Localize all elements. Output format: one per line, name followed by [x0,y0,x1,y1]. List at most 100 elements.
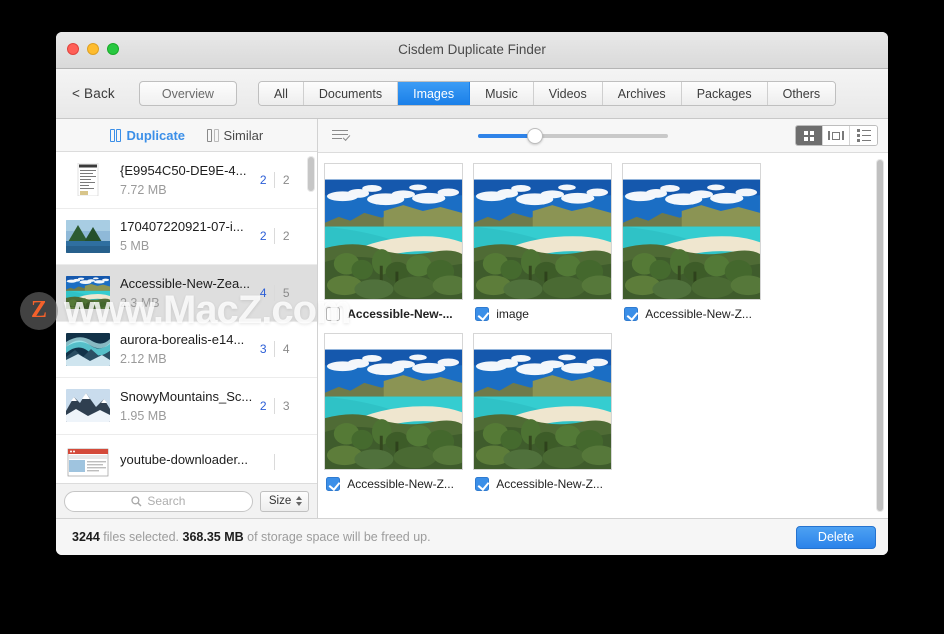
zoom-slider-knob[interactable] [527,128,543,144]
content-split: Duplicate Similar {E9954C50-DE9E-4... 7.… [56,119,888,518]
sidebar-scrollbar-thumb[interactable] [307,156,315,192]
item-meta: SnowyMountains_Sc... 1.95 MB [120,389,252,423]
tile-filename: Accessible-New-... [347,307,452,321]
coverflow-icon [828,131,844,140]
two-panes-icon [207,129,219,142]
search-placeholder: Search [147,494,185,508]
status-freed-size: 368.35 MB [183,530,244,544]
tile-filename: Accessible-New-Z... [347,477,454,491]
list-item[interactable]: 170407220921-07-i... 5 MB 2 2 [56,209,317,266]
tile-checkbox[interactable] [326,477,340,491]
item-filename: youtube-downloader... [120,452,252,468]
item-filename: {E9954C50-DE9E-4... [120,163,252,179]
thumbnail-grid-area[interactable]: Accessible-New-... image [318,153,888,518]
grid-scrollbar[interactable] [876,159,884,512]
tile-image[interactable] [473,333,612,470]
item-count-selected: 2 [252,173,274,187]
item-meta: 170407220921-07-i... 5 MB [120,219,252,253]
item-counts: 2 2 [252,172,311,188]
main-toolbar: < Back Overview All Documents Images Mus… [56,69,888,119]
tile-image[interactable] [324,163,463,300]
item-count-selected: 4 [252,286,274,300]
item-thumbnail [66,220,110,253]
item-filesize: 5 MB [120,239,252,253]
tile-filename: image [496,307,529,321]
tab-documents[interactable]: Documents [304,82,398,105]
tile-image[interactable] [622,163,761,300]
tile-checkbox[interactable] [326,307,340,321]
sort-size-button[interactable]: Size [260,491,309,512]
tab-packages[interactable]: Packages [682,82,768,105]
duplicate-group-list[interactable]: {E9954C50-DE9E-4... 7.72 MB 2 2 17040722… [56,152,317,483]
tab-music[interactable]: Music [470,82,534,105]
list-view-button[interactable] [850,126,877,145]
tab-archives[interactable]: Archives [603,82,682,105]
list-item[interactable]: aurora-borealis-e14... 2.12 MB 3 4 [56,322,317,379]
list-item[interactable]: SnowyMountains_Sc... 1.95 MB 2 3 [56,378,317,435]
item-counts: 4 5 [252,285,311,301]
delete-button[interactable]: Delete [796,526,876,549]
tile-checkbox[interactable] [624,307,638,321]
stepper-icon [296,496,302,506]
sidebar-footer: Search Size [56,483,317,518]
item-filename: aurora-borealis-e14... [120,332,252,348]
sidebar: Duplicate Similar {E9954C50-DE9E-4... 7.… [56,119,318,518]
grid-scrollbar-thumb[interactable] [876,159,884,512]
tab-others[interactable]: Others [768,82,836,105]
thumbnail-tile[interactable]: image [473,163,622,321]
tile-label-row: Accessible-New-Z... [473,477,622,491]
back-button[interactable]: < Back [72,86,115,101]
thumbnail-tile[interactable]: Accessible-New-... [324,163,473,321]
item-count-total: 5 [275,286,297,300]
item-meta: youtube-downloader... [120,452,252,472]
status-text-1: files selected. [100,530,183,544]
sort-size-label: Size [269,495,291,507]
item-meta: {E9954C50-DE9E-4... 7.72 MB [120,163,252,197]
sidebar-scrollbar[interactable] [307,156,315,479]
status-file-count: 3244 [72,530,100,544]
item-counts: 3 4 [252,341,311,357]
list-item[interactable]: {E9954C50-DE9E-4... 7.72 MB 2 2 [56,152,317,209]
item-count-selected: 3 [252,342,274,356]
window-title: Cisdem Duplicate Finder [56,42,888,57]
tile-image[interactable] [473,163,612,300]
thumbnail-tile[interactable]: Accessible-New-Z... [324,333,473,491]
overview-button[interactable]: Overview [139,81,237,106]
thumbnail-tile[interactable]: Accessible-New-Z... [473,333,622,491]
two-panes-icon [110,129,122,142]
item-count-total: 3 [275,399,297,413]
tile-filename: Accessible-New-Z... [645,307,752,321]
tile-checkbox[interactable] [475,307,489,321]
list-item[interactable]: youtube-downloader... [56,435,317,483]
category-tabs: All Documents Images Music Videos Archiv… [258,81,836,106]
tile-filename: Accessible-New-Z... [496,477,603,491]
list-check-icon[interactable] [332,129,350,143]
tab-videos[interactable]: Videos [534,82,603,105]
tile-label-row: Accessible-New-Z... [324,477,473,491]
grid-view-button[interactable] [796,126,823,145]
coverflow-view-button[interactable] [823,126,850,145]
title-bar: Cisdem Duplicate Finder [56,32,888,69]
item-filename: 170407220921-07-i... [120,219,252,235]
tile-label-row: Accessible-New-... [324,307,473,321]
tab-similar[interactable]: Similar [207,128,263,143]
status-bar: 3244 files selected. 368.35 MB of storag… [56,518,888,555]
item-thumbnail [66,389,110,422]
zoom-slider[interactable] [478,134,668,138]
item-count-total: 4 [275,342,297,356]
thumbnail-grid: Accessible-New-... image [324,163,888,503]
thumbnail-tile[interactable]: Accessible-New-Z... [622,163,771,321]
view-mode-group [795,125,878,146]
tab-duplicate[interactable]: Duplicate [110,128,185,143]
list-item-selected[interactable]: Accessible-New-Zea... 2.3 MB 4 5 [56,265,317,322]
search-input[interactable]: Search [64,491,253,512]
tab-images[interactable]: Images [398,82,470,105]
tile-image[interactable] [324,333,463,470]
tab-all[interactable]: All [259,82,304,105]
count-separator [274,454,275,470]
tile-checkbox[interactable] [475,477,489,491]
search-icon [131,496,142,507]
item-count-total: 2 [275,229,297,243]
status-message: 3244 files selected. 368.35 MB of storag… [72,530,796,544]
item-filesize: 7.72 MB [120,183,252,197]
